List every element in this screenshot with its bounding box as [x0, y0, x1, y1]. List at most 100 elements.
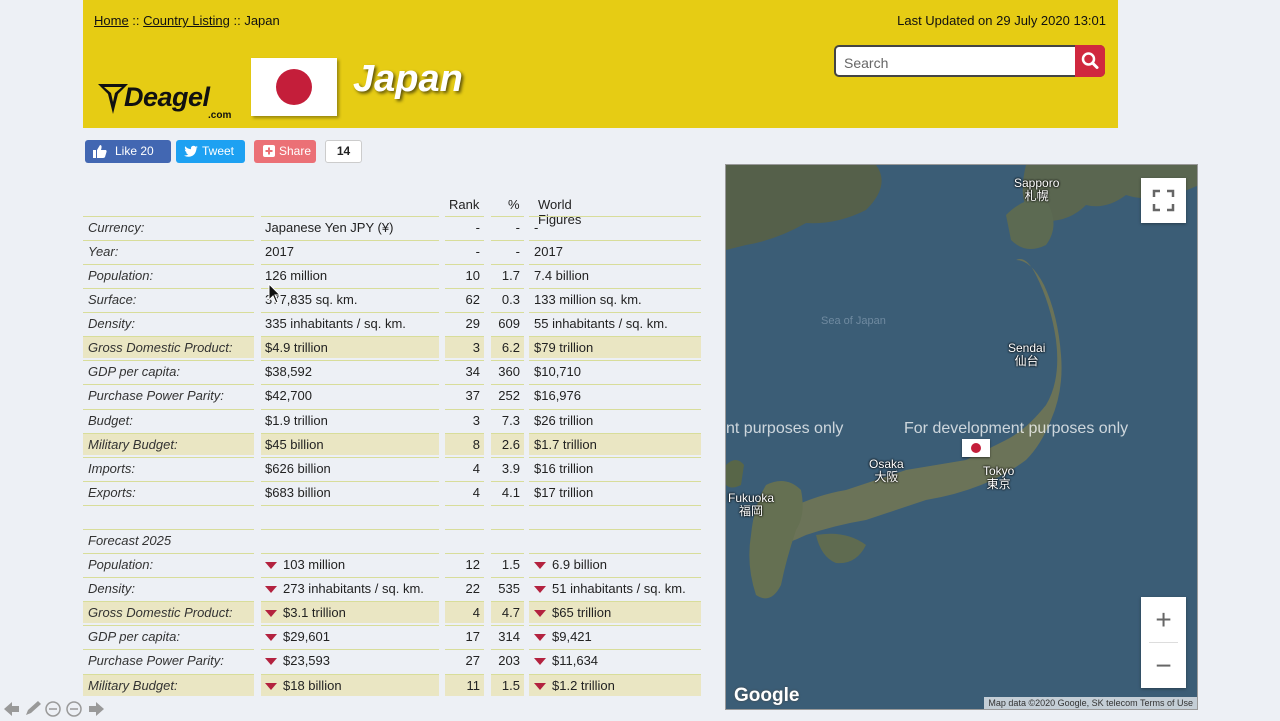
- forecast-value: $18 billion: [283, 678, 342, 693]
- breadcrumb-country-listing-link[interactable]: Country Listing: [143, 13, 230, 28]
- zoom-icon[interactable]: [45, 701, 61, 717]
- column-header-rank: Rank: [449, 197, 480, 212]
- breadcrumb-current: Japan: [244, 13, 280, 28]
- zoom-out-button[interactable]: −: [1141, 643, 1186, 688]
- flag-sun-icon: [971, 443, 981, 453]
- share-button[interactable]: Share: [254, 140, 316, 163]
- breadcrumb: Home :: Country Listing :: Japan: [94, 13, 280, 28]
- row-value: $626 billion: [261, 457, 439, 479]
- column-header-percent: %: [508, 197, 520, 212]
- row-world: $10,710: [529, 360, 701, 382]
- google-map[interactable]: Sea of Japan Sapporo 札幌 Sendai 仙台 Osaka 大阪 …: [725, 164, 1198, 710]
- row-rank: -: [445, 216, 484, 238]
- map-attribution[interactable]: Map data ©2020 Google, SK telecom Terms …: [984, 697, 1197, 709]
- row-label: Purchase Power Parity:: [83, 649, 254, 671]
- search-icon: [1081, 52, 1099, 69]
- row-world: $16,976: [529, 384, 701, 406]
- breadcrumb-home-link[interactable]: Home: [94, 13, 129, 28]
- row-percent: 203: [491, 649, 524, 671]
- row-world: -: [529, 216, 701, 238]
- row-label: Gross Domestic Product:: [83, 336, 254, 358]
- share-count: 14: [325, 140, 362, 163]
- empty-cell: [83, 505, 254, 527]
- row-value: 126 million: [261, 264, 439, 286]
- row-value: $42,700: [261, 384, 439, 406]
- minus-circle-icon[interactable]: [66, 701, 82, 717]
- row-percent: 252: [491, 384, 524, 406]
- row-percent: -: [491, 240, 524, 262]
- row-value: $23,593: [261, 649, 439, 671]
- row-label: Year:: [83, 240, 254, 262]
- pencil-icon[interactable]: [26, 701, 41, 715]
- row-label: Surface:: [83, 288, 254, 310]
- row-world: $17 trillion: [529, 481, 701, 503]
- row-rank: 29: [445, 312, 484, 334]
- row-label: Density:: [83, 312, 254, 334]
- row-label: Population:: [83, 264, 254, 286]
- fullscreen-button[interactable]: [1141, 178, 1186, 223]
- facebook-like-button[interactable]: Like 20: [85, 140, 171, 163]
- twitter-bird-icon: [184, 145, 198, 157]
- down-arrow-icon: [265, 586, 277, 594]
- row-rank: 22: [445, 577, 484, 599]
- forecast-world: $9,421: [552, 629, 592, 644]
- arrow-right-icon[interactable]: [89, 702, 104, 716]
- row-world: 6.9 billion: [529, 553, 701, 575]
- row-value: $18 billion: [261, 674, 439, 696]
- row-rank: 8: [445, 433, 484, 455]
- search-input[interactable]: [842, 52, 1070, 74]
- row-percent: 4.1: [491, 481, 524, 503]
- row-rank: 4: [445, 457, 484, 479]
- row-percent: 1.5: [491, 674, 524, 696]
- row-percent: 609: [491, 312, 524, 334]
- down-arrow-icon: [534, 683, 546, 691]
- row-label: Exports:: [83, 481, 254, 503]
- row-rank: 3: [445, 336, 484, 358]
- row-value: 377,835 sq. km.: [261, 288, 439, 310]
- row-world: $79 trillion: [529, 336, 701, 358]
- down-arrow-icon: [265, 562, 277, 570]
- zoom-in-button[interactable]: +: [1141, 597, 1186, 642]
- share-label: Share: [279, 144, 312, 158]
- row-percent: 7.3: [491, 409, 524, 431]
- like-label: Like 20: [115, 144, 154, 158]
- map-flag-marker[interactable]: [962, 439, 990, 457]
- row-rank: 62: [445, 288, 484, 310]
- row-rank: -: [445, 240, 484, 262]
- tweet-button[interactable]: Tweet: [176, 140, 245, 163]
- row-world: 51 inhabitants / sq. km.: [529, 577, 701, 599]
- forecast-value: $23,593: [283, 653, 330, 668]
- arrow-left-icon[interactable]: [4, 702, 19, 716]
- row-label: Population:: [83, 553, 254, 575]
- city-name-jp: 福岡: [739, 504, 764, 518]
- row-world: 7.4 billion: [529, 264, 701, 286]
- row-label: Military Budget:: [83, 433, 254, 455]
- forecast-value: $29,601: [283, 629, 330, 644]
- row-rank: 11: [445, 674, 484, 696]
- map-watermark: For development purposes only: [904, 420, 1129, 437]
- row-value: 103 million: [261, 553, 439, 575]
- down-arrow-icon: [265, 658, 277, 666]
- down-arrow-icon: [534, 586, 546, 594]
- row-world: $1.2 trillion: [529, 674, 701, 696]
- down-arrow-icon: [265, 683, 277, 691]
- down-arrow-icon: [534, 610, 546, 618]
- map-city-osaka: Osaka 大阪: [869, 458, 904, 484]
- forecast-world: $1.2 trillion: [552, 678, 615, 693]
- empty-cell: [261, 505, 439, 527]
- forecast-title: Forecast 2025: [83, 529, 254, 551]
- row-percent: 314: [491, 625, 524, 647]
- row-percent: 4.7: [491, 601, 524, 623]
- search-button[interactable]: [1075, 45, 1105, 77]
- map-sea-label: Sea of Japan: [821, 315, 886, 327]
- forecast-value: 273 inhabitants / sq. km.: [283, 581, 424, 596]
- empty-cell: [529, 529, 701, 551]
- logo-text: Deagel: [124, 82, 210, 112]
- row-label: Budget:: [83, 409, 254, 431]
- row-value: $4.9 trillion: [261, 336, 439, 358]
- row-label: GDP per capita:: [83, 625, 254, 647]
- forecast-world: 51 inhabitants / sq. km.: [552, 581, 686, 596]
- row-value: $45 billion: [261, 433, 439, 455]
- deagel-logo[interactable]: Deagel .com: [96, 78, 241, 122]
- down-arrow-icon: [265, 610, 277, 618]
